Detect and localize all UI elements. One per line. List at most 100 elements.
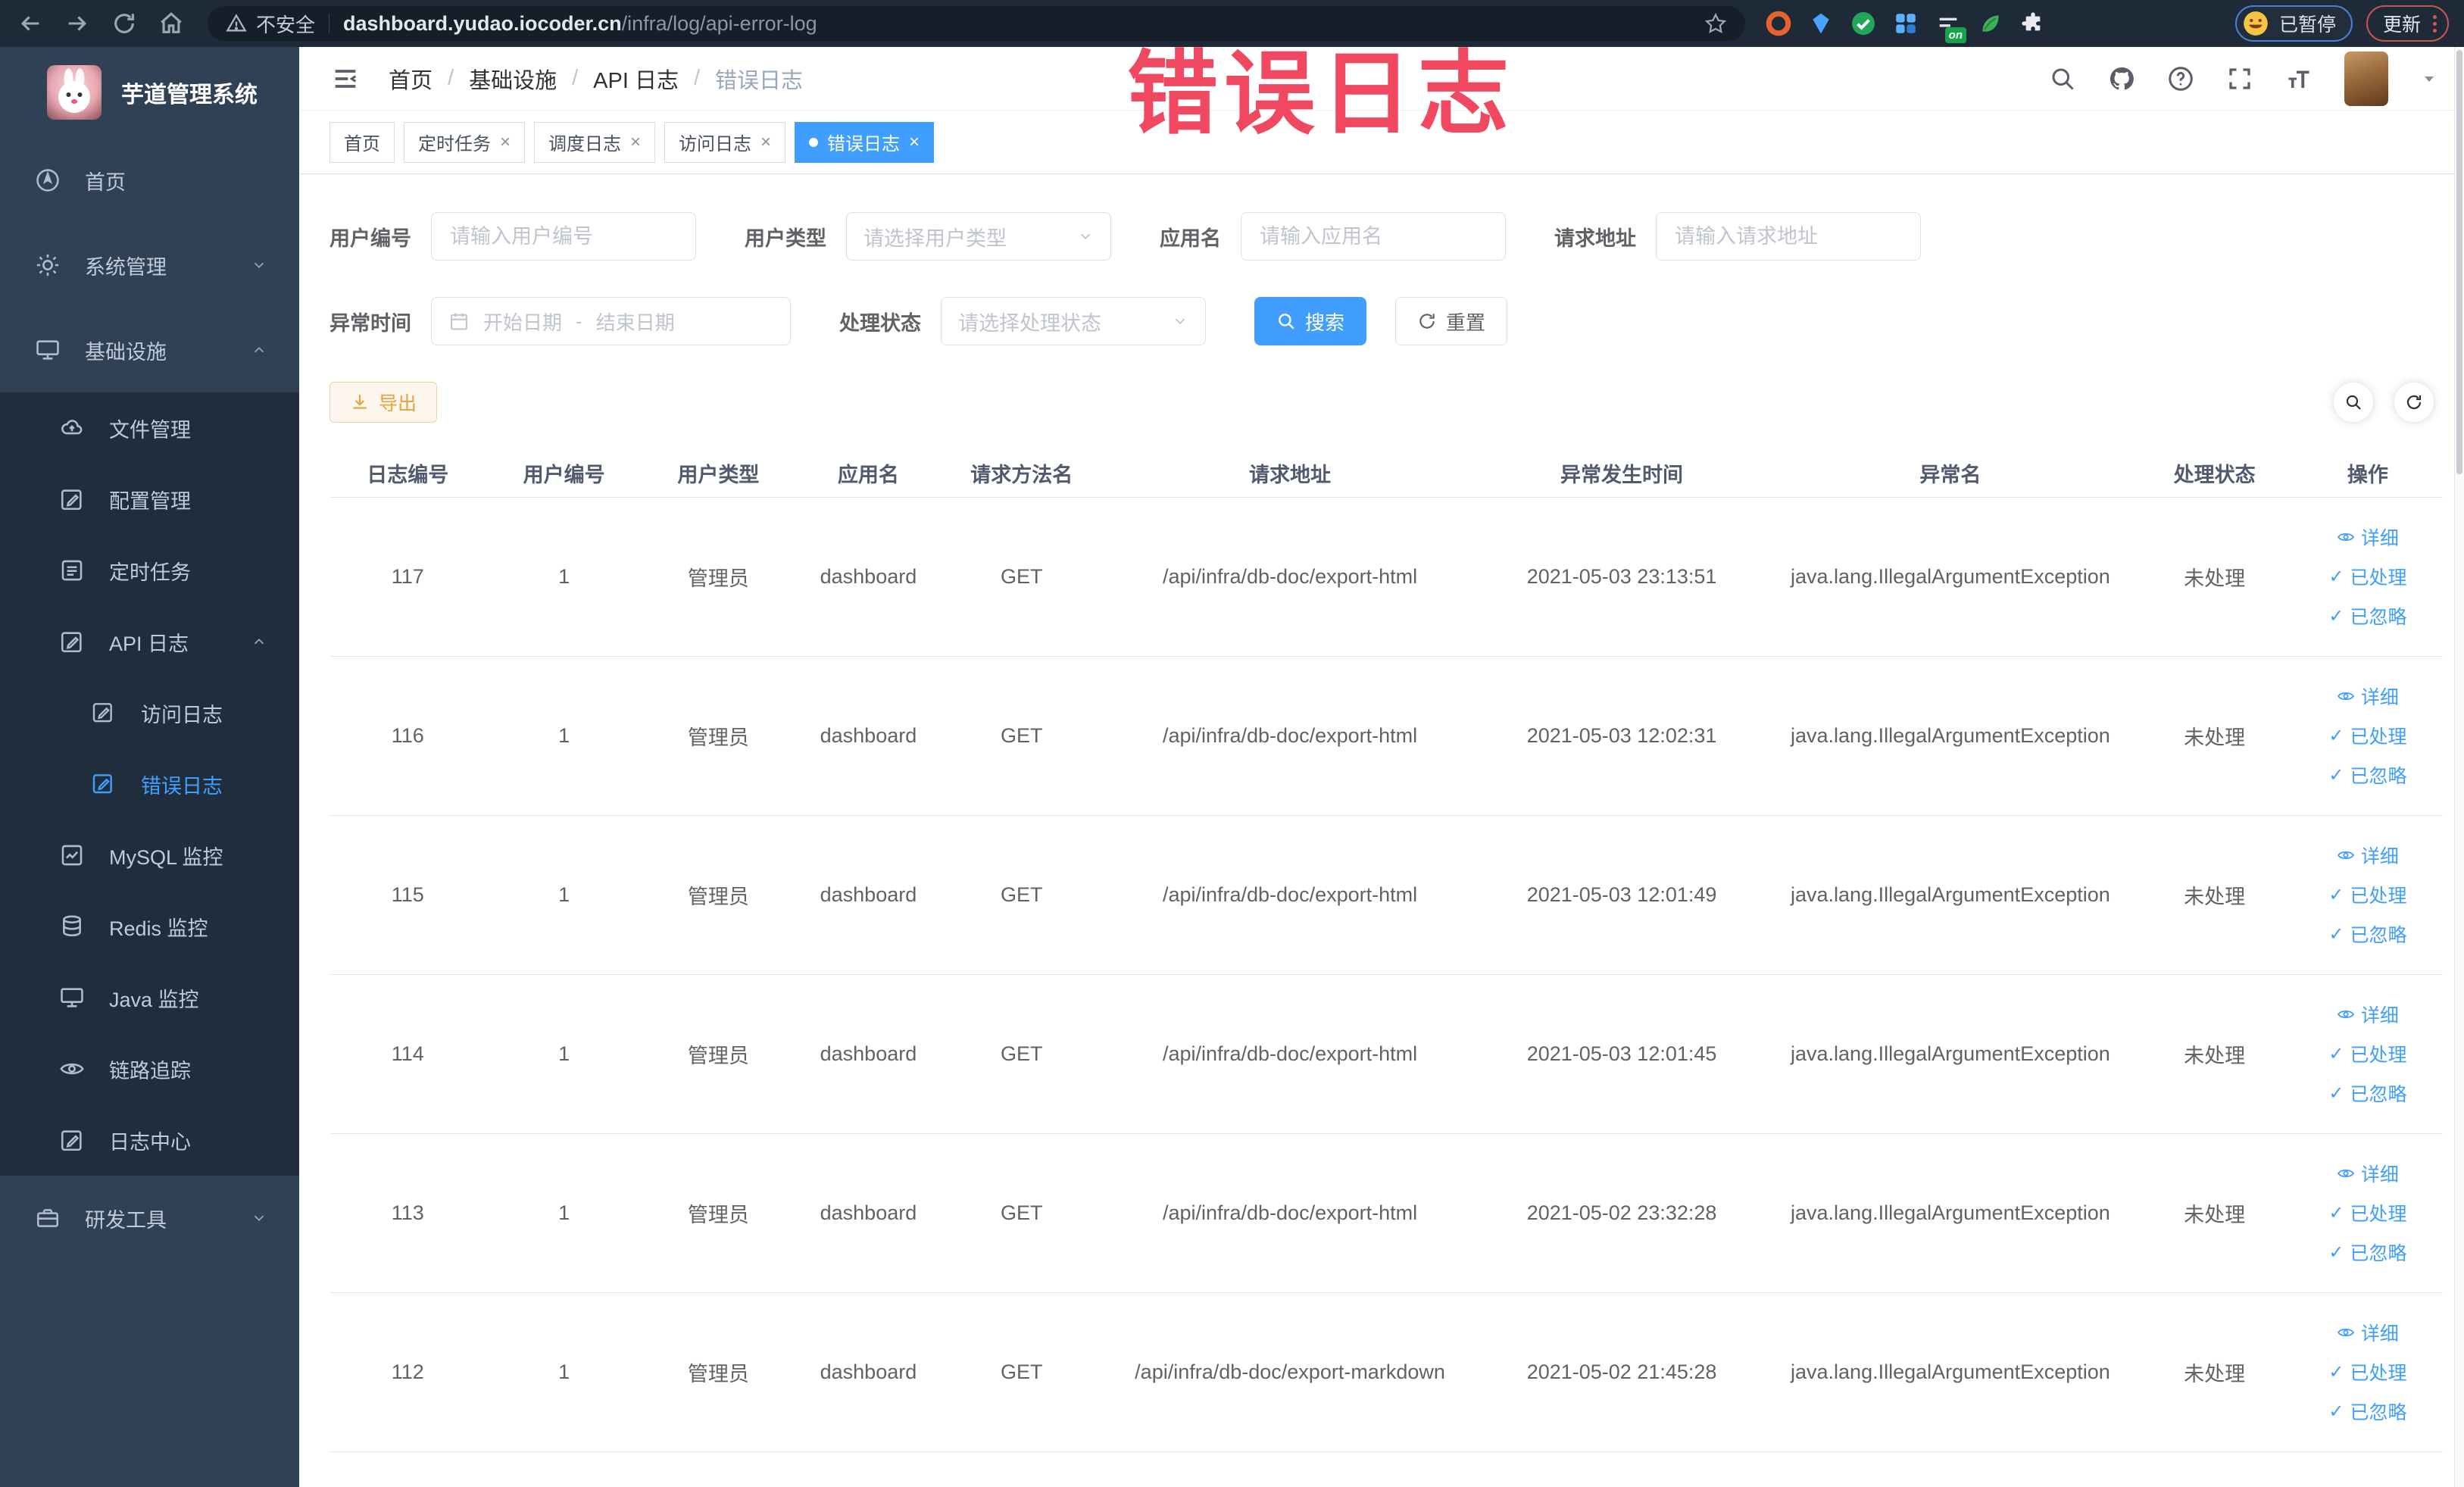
avatar-caret-icon[interactable] — [2420, 70, 2438, 88]
export-button-label: 导出 — [379, 393, 417, 414]
sidebar-toggle-icon[interactable] — [329, 63, 361, 95]
export-button[interactable]: 导出 — [329, 382, 438, 423]
user-id-input[interactable] — [431, 212, 696, 261]
extensions-puzzle-icon[interactable] — [2019, 10, 2047, 37]
security-label[interactable]: 不安全 — [256, 10, 315, 38]
extension-icon-switch-on[interactable]: on — [1935, 10, 1966, 43]
check-icon: ✓ — [2328, 566, 2344, 587]
sidebar-item-mysql-monitor[interactable]: MySQL 监控 — [0, 820, 299, 891]
font-size-icon[interactable] — [2285, 65, 2313, 92]
app-logo[interactable]: 芋道管理系统 — [0, 47, 299, 138]
exception-time-range-picker[interactable]: 开始日期 - 结束日期 — [431, 297, 791, 345]
user-type-select[interactable]: 请选择用户类型 — [846, 212, 1111, 261]
tab-close-icon[interactable]: × — [630, 133, 641, 152]
user-type-label: 用户类型 — [745, 226, 826, 250]
col-log-id: 日志编号 — [329, 450, 486, 498]
action-processed-link[interactable]: ✓ 已处理 — [2297, 557, 2438, 596]
action-detail-link[interactable]: 详细 — [2297, 836, 2438, 875]
search-icon[interactable] — [2049, 65, 2076, 92]
reset-button[interactable]: 重置 — [1395, 297, 1508, 345]
action-ignored-link[interactable]: ✓ 已忽略 — [2297, 1392, 2438, 1431]
breadcrumb-home[interactable]: 首页 — [389, 63, 433, 95]
fullscreen-icon[interactable] — [2226, 65, 2253, 92]
tab-close-icon[interactable]: × — [909, 133, 920, 152]
browser-forward-icon[interactable] — [62, 8, 92, 39]
action-ignored-link[interactable]: ✓ 已忽略 — [2297, 914, 2438, 954]
process-status-select[interactable]: 请选择处理状态 — [941, 297, 1206, 345]
sidebar-item-log-center[interactable]: 日志中心 — [0, 1104, 299, 1176]
browser-reload-icon[interactable] — [109, 8, 139, 39]
tag-access-log[interactable]: 访问日志 × — [664, 121, 786, 163]
help-icon[interactable] — [2167, 65, 2194, 92]
action-detail-link[interactable]: 详细 — [2297, 995, 2438, 1034]
action-processed-link[interactable]: ✓ 已处理 — [2297, 716, 2438, 755]
tag-scheduled-jobs[interactable]: 定时任务 × — [404, 121, 526, 163]
sidebar-item-label: 研发工具 — [85, 1208, 167, 1232]
sidebar-item-system[interactable]: 系统管理 — [0, 223, 299, 308]
address-bar[interactable]: 不安全 dashboard.yudao.iocoder.cn/infra/log… — [208, 6, 1745, 41]
browser-menu-kebab-icon[interactable] — [2433, 14, 2437, 33]
browser-back-icon[interactable] — [15, 8, 45, 39]
breadcrumb-api-log[interactable]: API 日志 — [593, 63, 679, 95]
extension-icon-shield[interactable] — [1807, 10, 1835, 37]
sidebar-item-scheduled-jobs[interactable]: 定时任务 — [0, 535, 299, 606]
profile-paused-chip[interactable]: 已暂停 — [2234, 5, 2353, 42]
navbar-actions — [2049, 51, 2438, 106]
sidebar-item-tracing[interactable]: 链路追踪 — [0, 1033, 299, 1104]
action-ignored-link[interactable]: ✓ 已忽略 — [2297, 1232, 2438, 1272]
tag-error-log[interactable]: 错误日志 × — [795, 121, 935, 163]
extension-icon-orange[interactable] — [1765, 10, 1792, 37]
sidebar-item-file-management[interactable]: 文件管理 — [0, 392, 299, 464]
breadcrumb-infrastructure[interactable]: 基础设施 — [469, 63, 557, 95]
sidebar-item-label: 系统管理 — [85, 255, 167, 279]
action-processed-link[interactable]: ✓ 已处理 — [2297, 1034, 2438, 1073]
toggle-search-circle-button[interactable] — [2334, 383, 2373, 422]
tag-home[interactable]: 首页 — [329, 121, 395, 163]
sidebar-item-api-log[interactable]: API 日志 — [0, 606, 299, 677]
cell-app-name: dashboard — [794, 497, 943, 657]
chart-icon — [59, 842, 85, 868]
cell-app-name: dashboard — [794, 815, 943, 975]
sidebar-item-home[interactable]: 首页 — [0, 138, 299, 223]
sidebar-item-config-management[interactable]: 配置管理 — [0, 464, 299, 535]
action-processed-link[interactable]: ✓ 已处理 — [2297, 875, 2438, 914]
refresh-circle-button[interactable] — [2394, 383, 2434, 422]
sidebar-item-error-log[interactable]: 错误日志 — [0, 748, 299, 820]
cell-app-name: dashboard — [794, 974, 943, 1134]
browser-home-icon[interactable] — [156, 8, 186, 39]
tag-schedule-log[interactable]: 调度日志 × — [534, 121, 656, 163]
action-processed-link[interactable]: ✓ 已处理 — [2297, 1193, 2438, 1232]
sidebar-item-access-log[interactable]: 访问日志 — [0, 677, 299, 748]
action-processed-link[interactable]: ✓ 已处理 — [2297, 1352, 2438, 1392]
page-scrollbar[interactable] — [2454, 47, 2464, 1487]
extension-icon-leaf[interactable] — [1977, 10, 2004, 37]
action-detail-link[interactable]: 详细 — [2297, 1154, 2438, 1193]
sidebar-item-dev-tools[interactable]: 研发工具 — [0, 1176, 299, 1261]
extension-icon-grid-blue[interactable] — [1892, 10, 1919, 37]
tab-close-icon[interactable]: × — [760, 133, 771, 152]
github-icon[interactable] — [2108, 65, 2135, 92]
action-ignored-link[interactable]: ✓ 已忽略 — [2297, 755, 2438, 795]
app-name-input[interactable] — [1241, 212, 1506, 261]
user-avatar[interactable] — [2344, 51, 2388, 106]
extension-icon-check-green[interactable] — [1850, 10, 1877, 37]
action-detail-link[interactable]: 详细 — [2297, 517, 2438, 557]
extension-on-badge: on — [1944, 27, 1966, 43]
sidebar-item-infrastructure[interactable]: 基础设施 — [0, 308, 299, 392]
url-path[interactable]: /infra/log/api-error-log — [622, 12, 817, 36]
tab-close-icon[interactable]: × — [500, 133, 511, 152]
bookmark-star-icon[interactable] — [1704, 12, 1727, 35]
action-ignored-link[interactable]: ✓ 已忽略 — [2297, 1073, 2438, 1113]
action-detail-link[interactable]: 详细 — [2297, 1313, 2438, 1352]
browser-update-button[interactable]: 更新 — [2366, 5, 2449, 42]
tag-label: 调度日志 — [548, 134, 622, 155]
url-host[interactable]: dashboard.yudao.iocoder.cn — [343, 12, 622, 36]
check-icon: ✓ — [2328, 1043, 2344, 1064]
sidebar-item-java-monitor[interactable]: Java 监控 — [0, 962, 299, 1033]
action-ignored-link[interactable]: ✓ 已忽略 — [2297, 596, 2438, 636]
scrollbar-thumb[interactable] — [2456, 50, 2462, 474]
request-url-input[interactable] — [1656, 212, 1921, 261]
search-button[interactable]: 搜索 — [1254, 297, 1367, 345]
action-detail-link[interactable]: 详细 — [2297, 676, 2438, 716]
sidebar-item-redis-monitor[interactable]: Redis 监控 — [0, 891, 299, 962]
